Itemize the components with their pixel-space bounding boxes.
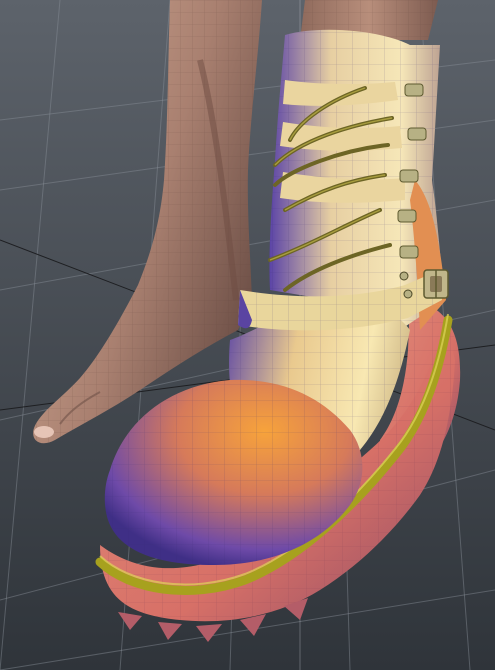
- 3d-viewport[interactable]: [0, 0, 495, 670]
- lace-hook-icon: [407, 127, 427, 141]
- lace-hook-icon: [399, 245, 419, 259]
- big-toe-nail: [34, 426, 54, 438]
- scene-canvas[interactable]: [0, 0, 495, 670]
- lace-hook-icon: [404, 83, 424, 97]
- lace-hook-icon: [399, 169, 419, 183]
- lace-hook-icon: [397, 209, 417, 223]
- buckle-icon: [423, 269, 449, 299]
